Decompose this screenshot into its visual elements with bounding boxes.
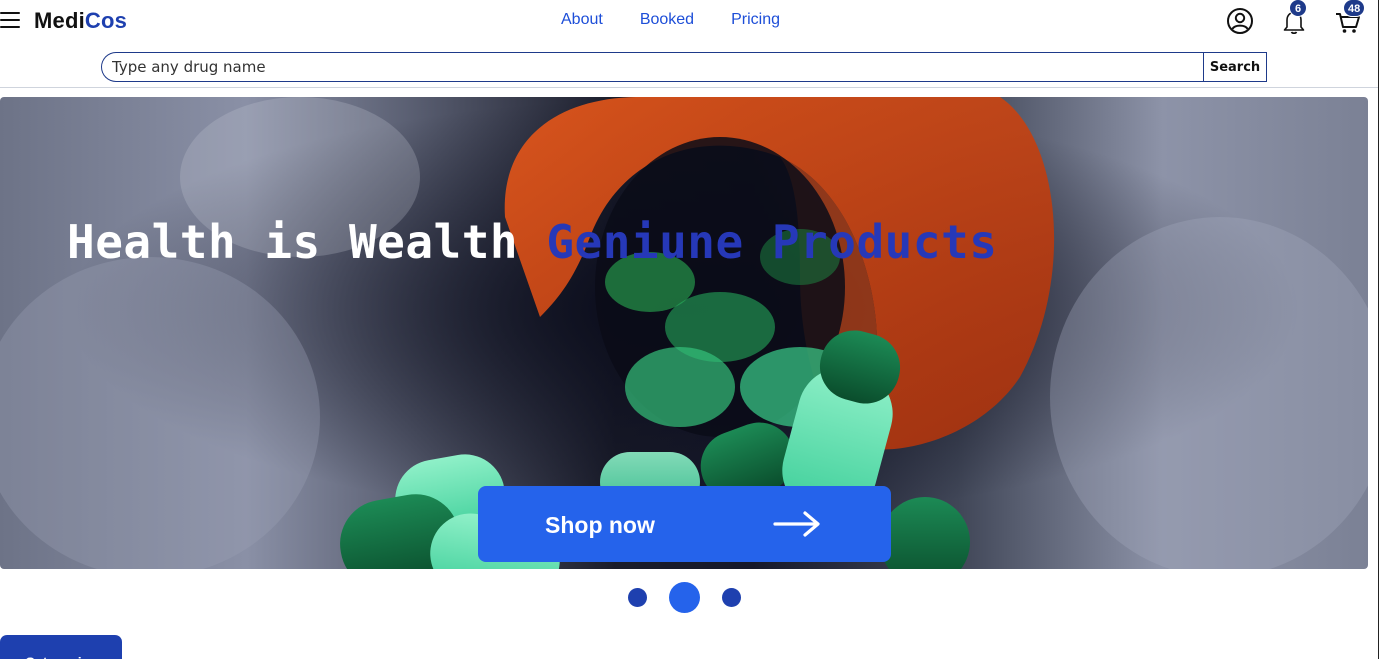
hero-headline-blue: Geniune Products: [546, 215, 998, 269]
account-button[interactable]: [1225, 6, 1255, 36]
shop-now-label: Shop now: [545, 512, 655, 538]
notifications-button[interactable]: 6: [1279, 0, 1309, 36]
cart-count-badge: 48: [1343, 0, 1366, 17]
cart-button[interactable]: 48: [1333, 0, 1366, 36]
carousel-dot-2-active[interactable]: [669, 582, 700, 613]
user-circle-icon: [1227, 8, 1253, 34]
drug-search-input[interactable]: [101, 52, 1203, 82]
hero-banner: Health is Wealth Geniune Products Shop n…: [0, 97, 1368, 569]
nav-link-booked[interactable]: Booked: [640, 11, 694, 29]
brand-part-2: Cos: [84, 8, 128, 33]
hero-headline-white: Health is Wealth: [67, 215, 547, 269]
brand-part-1: Medi: [34, 8, 85, 33]
nav-link-pricing[interactable]: Pricing: [731, 11, 780, 29]
carousel-dot-1[interactable]: [628, 588, 647, 607]
header-divider: [0, 87, 1378, 88]
categories-button[interactable]: Categories: [0, 635, 122, 659]
hero-headline: Health is Wealth Geniune Products: [67, 215, 997, 269]
brand-logo[interactable]: MediCos: [34, 8, 127, 34]
shop-now-button[interactable]: Shop now: [478, 486, 891, 562]
nav-link-about[interactable]: About: [561, 11, 603, 29]
hamburger-menu-icon[interactable]: [0, 10, 20, 30]
top-navbar: MediCos About Booked Pricing 6 48: [0, 0, 1384, 42]
right-edge-border: [1378, 0, 1379, 659]
main-nav: About Booked Pricing: [561, 11, 780, 29]
drug-search-form: Search: [101, 52, 1267, 82]
carousel-dot-3[interactable]: [722, 588, 741, 607]
search-button[interactable]: Search: [1203, 52, 1267, 82]
arrow-right-icon: [773, 511, 820, 537]
carousel-indicators: [0, 582, 1368, 613]
